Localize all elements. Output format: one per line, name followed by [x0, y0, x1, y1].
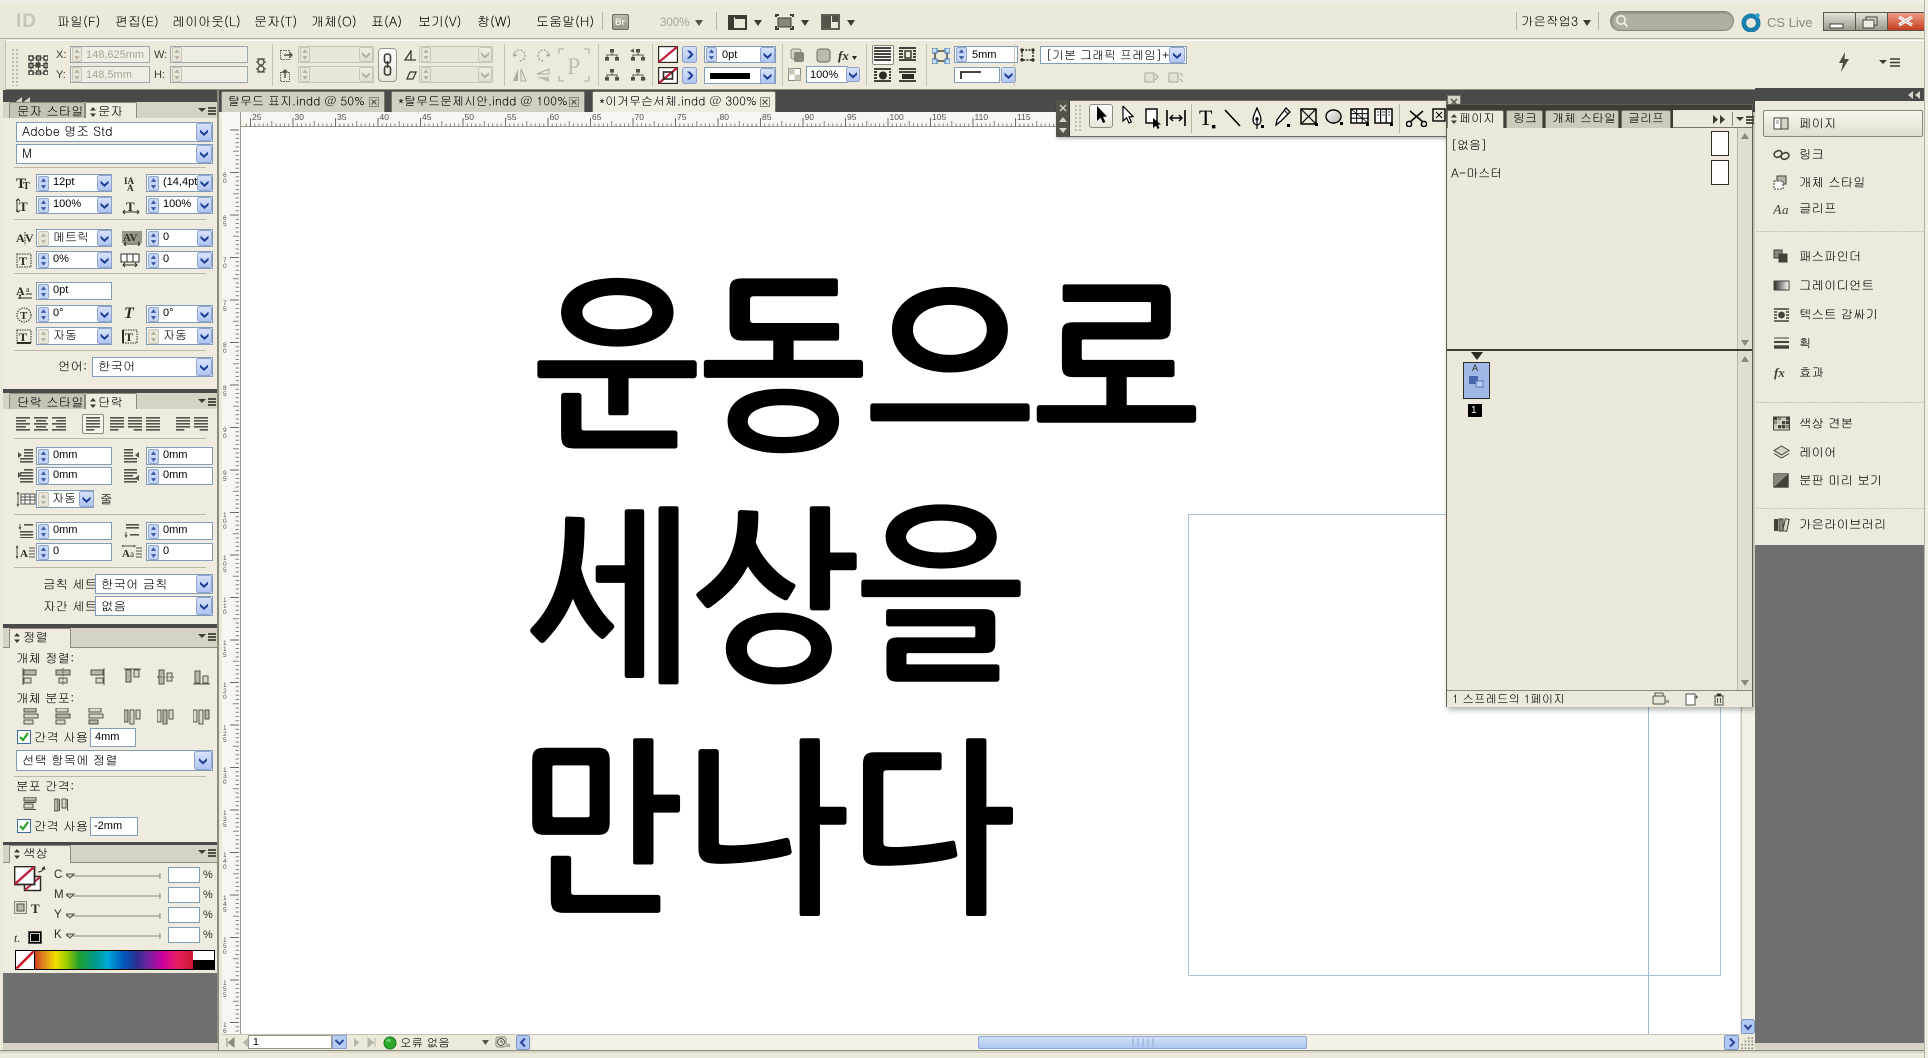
svg-text:A: A — [20, 548, 28, 560]
svg-text:A: A — [16, 231, 25, 245]
svg-text:A: A — [1773, 203, 1782, 216]
svg-text:T: T — [19, 199, 28, 214]
svg-text:V: V — [25, 231, 34, 245]
svg-text:T: T — [31, 901, 40, 915]
svg-text:T: T — [19, 330, 27, 344]
svg-text:A: A — [122, 548, 130, 560]
svg-text:fx: fx — [1774, 365, 1785, 380]
svg-text:T: T — [125, 330, 133, 344]
svg-text:T: T — [20, 310, 28, 322]
svg-text:a: a — [26, 285, 30, 294]
svg-text:T: T — [19, 254, 27, 268]
svg-text:a: a — [1782, 202, 1789, 216]
svg-text:a: a — [130, 549, 134, 559]
svg-text:t.: t. — [14, 931, 20, 945]
svg-text:A: A — [127, 183, 134, 191]
